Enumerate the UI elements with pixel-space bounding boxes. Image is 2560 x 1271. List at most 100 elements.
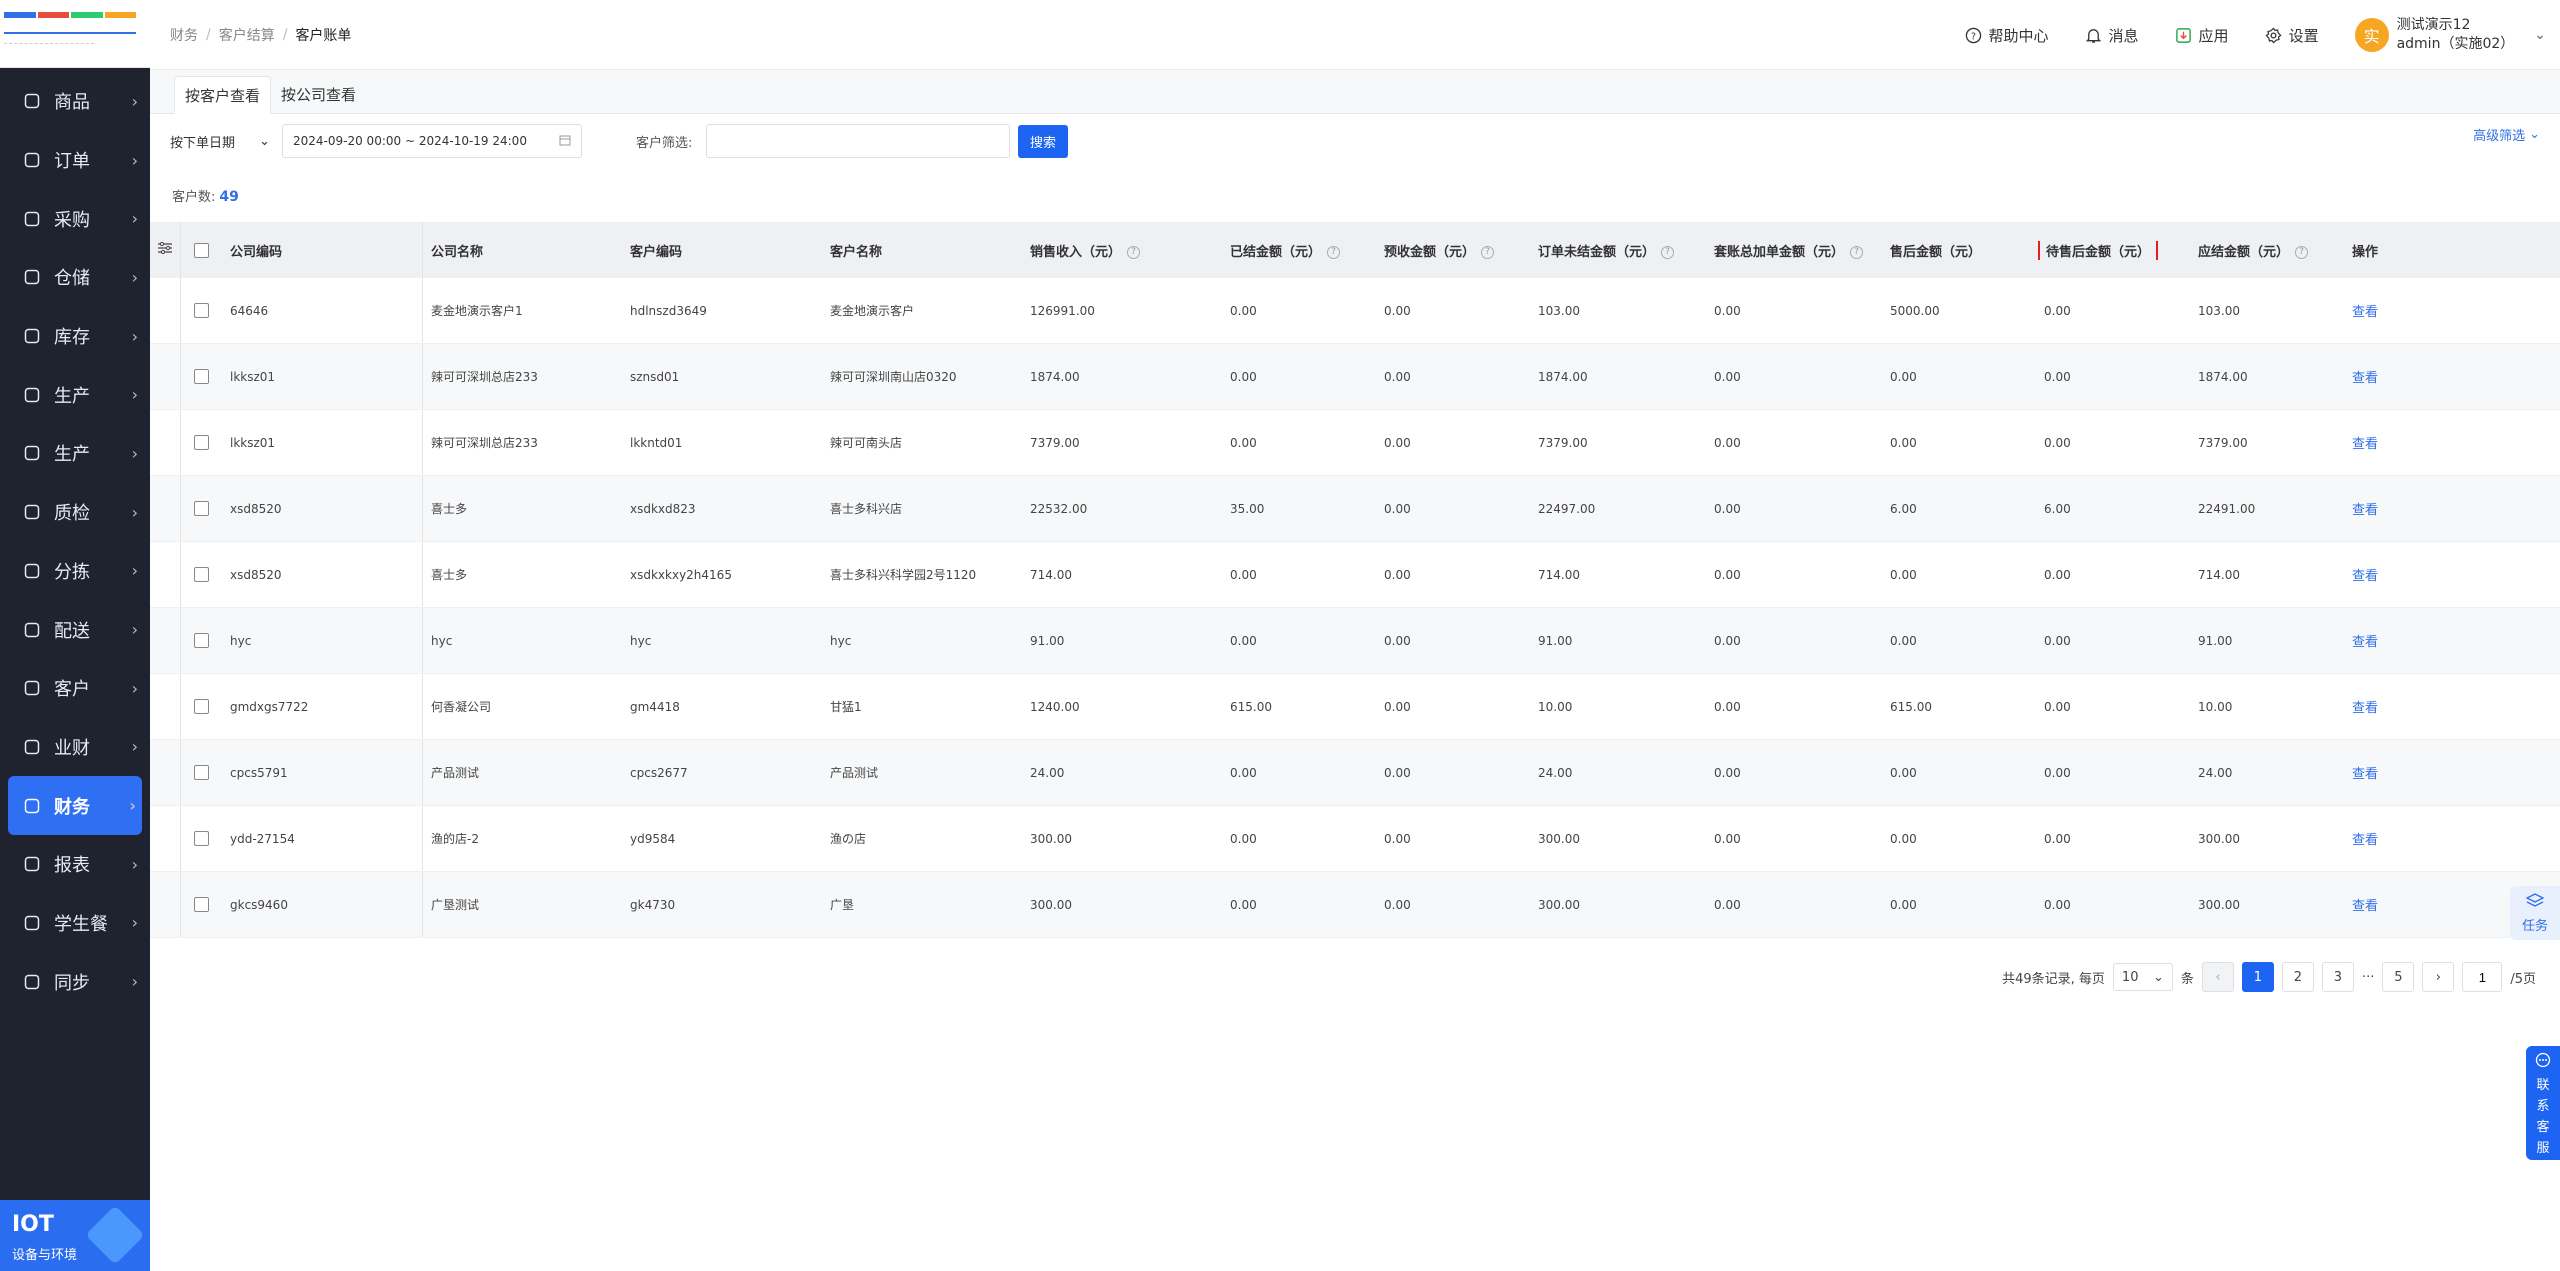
sidebar-item-11[interactable]: 业财 › [0, 718, 150, 777]
service-char: 联 [2536, 1078, 2550, 1093]
sidebar-item-14[interactable]: 学生餐 › [0, 894, 150, 953]
breadcrumb-item[interactable]: 财务 [170, 25, 198, 45]
cell-sales: 1240.00 [1030, 699, 1080, 714]
row-checkbox-cell [180, 344, 222, 409]
sidebar-item-15[interactable]: 同步 › [0, 952, 150, 1011]
cell-prepaid: 0.00 [1384, 369, 1411, 384]
page-button[interactable]: 2 [2281, 962, 2314, 992]
question-icon[interactable]: ? [1327, 245, 1341, 259]
view-link[interactable]: 查看 [2352, 569, 2378, 584]
question-icon[interactable]: ? [1850, 245, 1864, 259]
row-checkbox[interactable] [194, 567, 209, 582]
prev-page-button[interactable]: ‹ [2201, 962, 2234, 992]
row-checkbox[interactable] [194, 831, 209, 846]
sidebar-item-1[interactable]: 订单 › [0, 131, 150, 190]
messages-button[interactable]: 消息 [2085, 25, 2139, 46]
sidebar-item-label: 生产 [54, 444, 90, 466]
row-checkbox[interactable] [194, 699, 209, 714]
next-page-button[interactable]: › [2422, 962, 2455, 992]
page-size-select[interactable]: 10 ⌄ [2112, 963, 2173, 991]
advanced-filter-label: 高级筛选 [2473, 128, 2526, 144]
row-checkbox[interactable] [194, 303, 209, 318]
sidebar-item-6[interactable]: 生产 › [0, 424, 150, 483]
row-checkbox[interactable] [194, 369, 209, 384]
table-row: xsd8520 喜士多 xsdkxkxy2h4165 喜士多科兴科学园2号1120 71… [150, 542, 2560, 608]
cell-package: 0.00 [1714, 765, 1741, 780]
sidebar-item-10[interactable]: 客户 › [0, 659, 150, 718]
apps-label: 应用 [2198, 26, 2229, 45]
date-range-picker[interactable]: 2024-09-20 00:00 ~ 2024-10-19 24:00 [282, 124, 582, 158]
cell-customer-name: hyc [830, 633, 852, 648]
row-checkbox[interactable] [194, 633, 209, 648]
user-menu[interactable]: 实 测试演示12 admin（实施02） ⌄ [2354, 16, 2546, 54]
sidebar-item-7[interactable]: 质检 › [0, 483, 150, 542]
cell-customer-name: 辣可可深圳南山店0320 [830, 370, 957, 384]
view-link[interactable]: 查看 [2352, 899, 2378, 914]
sidebar-item-9[interactable]: 配送 › [0, 600, 150, 659]
column-settings-icon[interactable] [150, 241, 180, 259]
view-link[interactable]: 查看 [2352, 371, 2378, 386]
cell-pending-aftersale: 0.00 [2044, 567, 2071, 582]
sidebar-item-label: 生产 [54, 385, 90, 407]
logo-dots [4, 36, 94, 44]
view-link[interactable]: 查看 [2352, 305, 2378, 320]
view-link[interactable]: 查看 [2352, 503, 2378, 518]
view-link[interactable]: 查看 [2352, 635, 2378, 650]
customer-filter-input[interactable] [706, 124, 1010, 158]
cell-due: 103.00 [2198, 303, 2240, 318]
sidebar-item-12[interactable]: 财务 › [8, 776, 142, 835]
sidebar-item-13[interactable]: 报表 › [0, 835, 150, 894]
sidebar-item-4[interactable]: 库存 › [0, 307, 150, 366]
apps-button[interactable]: 应用 [2175, 25, 2229, 46]
sidebar-item-5[interactable]: 生产 › [0, 365, 150, 424]
action-cell: 查看 [2344, 565, 2424, 584]
view-link[interactable]: 查看 [2352, 833, 2378, 848]
search-button[interactable]: 搜索 [1018, 125, 1068, 158]
row-checkbox[interactable] [194, 765, 209, 780]
sidebar-item-8[interactable]: 分拣 › [0, 542, 150, 601]
chevron-right-icon: › [131, 150, 138, 170]
page-button[interactable]: 1 [2241, 962, 2274, 992]
question-icon[interactable]: ? [1481, 245, 1495, 259]
action-cell: 查看 [2344, 433, 2424, 452]
view-link[interactable]: 查看 [2352, 767, 2378, 782]
sidebar-item-0[interactable]: 商品 › [0, 72, 150, 131]
logo[interactable] [0, 0, 150, 68]
tab-by-customer[interactable]: 按客户查看 [174, 76, 272, 114]
row-checkbox[interactable] [194, 897, 209, 912]
cell-customer-code: xsdkxkxy2h4165 [630, 567, 732, 582]
topbar-actions: ? 帮助中心 消息 应用 设置 实 测试演示12 admin（实施02） ⌄ [1965, 0, 2560, 70]
date-type-select[interactable]: 按下单日期 ⌄ [170, 124, 270, 158]
sidebar-item-3[interactable]: 仓储 › [0, 248, 150, 307]
iot-panel[interactable]: IOT 设备与环境 [0, 1200, 150, 1271]
breadcrumb-item[interactable]: 客户结算 [219, 25, 275, 45]
page-button[interactable]: 5 [2382, 962, 2415, 992]
question-icon[interactable]: ? [2295, 245, 2309, 259]
select-all-checkbox[interactable] [194, 242, 209, 258]
cell-customer-name: 麦金地演示客户 [830, 304, 915, 318]
cell-sales: 126991.00 [1030, 303, 1095, 318]
row-checkbox[interactable] [194, 435, 209, 450]
view-link[interactable]: 查看 [2352, 437, 2378, 452]
chevron-down-icon: ⌄ [2529, 126, 2540, 142]
question-icon[interactable]: ? [1127, 245, 1141, 259]
select-all-checkbox-cell [180, 222, 222, 278]
production-icon [22, 385, 42, 405]
header-company-code: 公司编码 [230, 244, 283, 260]
cell-pending-aftersale: 6.00 [2044, 501, 2071, 516]
page-jump-input[interactable] [2462, 962, 2503, 992]
task-button[interactable]: 任务 [2510, 886, 2560, 940]
cell-prepaid: 0.00 [1384, 501, 1411, 516]
sidebar-item-2[interactable]: 采购 › [0, 189, 150, 248]
help-center-button[interactable]: ? 帮助中心 [1965, 25, 2049, 46]
view-link[interactable]: 查看 [2352, 701, 2378, 716]
tab-by-company[interactable]: 按公司查看 [271, 75, 366, 113]
row-checkbox[interactable] [194, 501, 209, 516]
advanced-filter-button[interactable]: 高级筛选 ⌄ [2473, 124, 2540, 144]
settings-button[interactable]: 设置 [2265, 25, 2319, 46]
cell-pending-aftersale: 0.00 [2044, 303, 2071, 318]
contact-service-button[interactable]: 联 系 客 服 [2526, 1046, 2560, 1160]
page-button[interactable]: 3 [2321, 962, 2354, 992]
cell-customer-code: cpcs2677 [630, 765, 688, 780]
question-icon[interactable]: ? [1661, 245, 1675, 259]
